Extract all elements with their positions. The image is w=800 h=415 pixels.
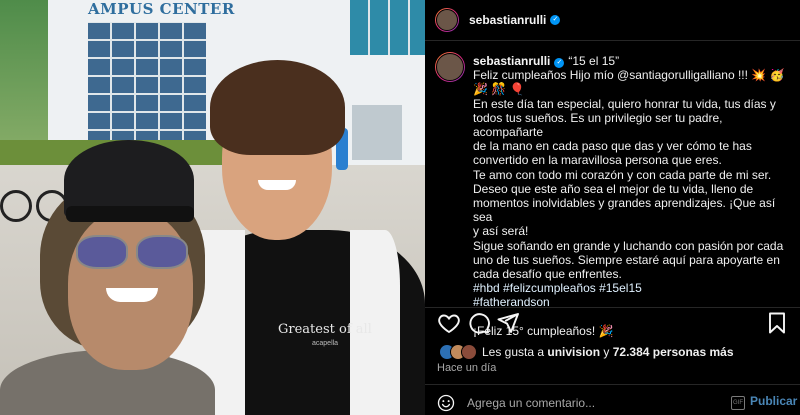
verified-badge-icon: ✓ bbox=[554, 58, 565, 68]
caption-line: Deseo que este año sea el mejor de tu vi… bbox=[473, 181, 754, 196]
divider bbox=[425, 307, 800, 308]
share-icon[interactable] bbox=[496, 311, 520, 335]
header-username[interactable]: sebastianrulli bbox=[469, 13, 546, 27]
caption-line: convertido en la maravillosa persona que… bbox=[473, 153, 722, 168]
caption-line: todos tus sueños. Es un privilegio ser t… bbox=[473, 110, 723, 140]
likes-text: Les gusta a univision y 72.384 personas … bbox=[482, 345, 734, 359]
post-photo[interactable]: AMPUS CENTER Greatest of all acapella bbox=[0, 0, 425, 415]
bookmark-icon[interactable] bbox=[765, 311, 789, 335]
caption-title: “15 el 15” bbox=[568, 54, 620, 68]
divider bbox=[425, 384, 800, 385]
photo-building-sign: AMPUS CENTER bbox=[88, 0, 235, 18]
caption-line: de la mano en cada paso que das y ver có… bbox=[473, 139, 752, 154]
post-time: Hace un día bbox=[437, 362, 497, 374]
likes-summary[interactable]: Les gusta a univision y 72.384 personas … bbox=[439, 344, 734, 360]
verified-badge-icon: ✓ bbox=[550, 15, 561, 25]
caption-line: 🎉 🎊 🎈 bbox=[473, 82, 525, 97]
caption-username[interactable]: sebastianrulli bbox=[473, 54, 550, 68]
caption-line: En este día tan especial, quiero honrar … bbox=[473, 96, 776, 111]
likes-user-link[interactable]: univision bbox=[547, 345, 600, 359]
caption-text: sebastianrulli ✓ “15 el 15” Feliz cumpleañ… bbox=[473, 54, 795, 338]
caption-line: Feliz cumpleaños Hijo mío @santiagorulli… bbox=[473, 68, 785, 83]
comment-input[interactable] bbox=[465, 393, 719, 413]
photo-windows-right bbox=[350, 0, 425, 55]
publish-button[interactable]: Publicar bbox=[750, 394, 797, 408]
likes-count-link[interactable]: 72.384 personas más bbox=[613, 345, 734, 359]
comment-bar: GIF Publicar bbox=[425, 390, 800, 415]
post-side-panel: sebastianrulli ✓ sebastianrulli ✓ “15 el 1… bbox=[425, 0, 800, 415]
emoji-icon[interactable] bbox=[437, 394, 455, 412]
caption-hashtags[interactable]: #hbd #felizcumpleaños #15el15 bbox=[473, 281, 795, 295]
caption-line: y así será! bbox=[473, 224, 529, 239]
post-actions bbox=[425, 311, 800, 335]
post-view: AMPUS CENTER Greatest of all acapella se… bbox=[0, 0, 800, 415]
caption: sebastianrulli ✓ “15 el 15” Feliz cumpleañ… bbox=[435, 52, 795, 338]
caption-line: Te amo con todo mi corazón y con cada pa… bbox=[473, 167, 772, 182]
caption-line: cada desafío que enfrentes. bbox=[473, 267, 622, 282]
liker-avatar bbox=[461, 344, 477, 360]
gif-icon[interactable]: GIF bbox=[731, 396, 745, 410]
caption-line: momentos inolvidables y grandes aprendiz… bbox=[473, 196, 776, 225]
photo-father bbox=[0, 140, 225, 415]
caption-avatar[interactable] bbox=[435, 52, 465, 82]
heart-icon[interactable] bbox=[437, 311, 461, 335]
caption-line: uno de tus sueños. Siempre estaré aquí p… bbox=[473, 252, 780, 267]
shirt-print: Greatest of all bbox=[278, 322, 372, 337]
post-header: sebastianrulli ✓ bbox=[425, 0, 800, 41]
avatar[interactable] bbox=[435, 8, 459, 32]
comment-icon[interactable] bbox=[467, 311, 491, 335]
caption-line: Sigue soñando en grande y luchando con p… bbox=[473, 238, 784, 253]
shirt-print-small: acapella bbox=[312, 340, 339, 347]
